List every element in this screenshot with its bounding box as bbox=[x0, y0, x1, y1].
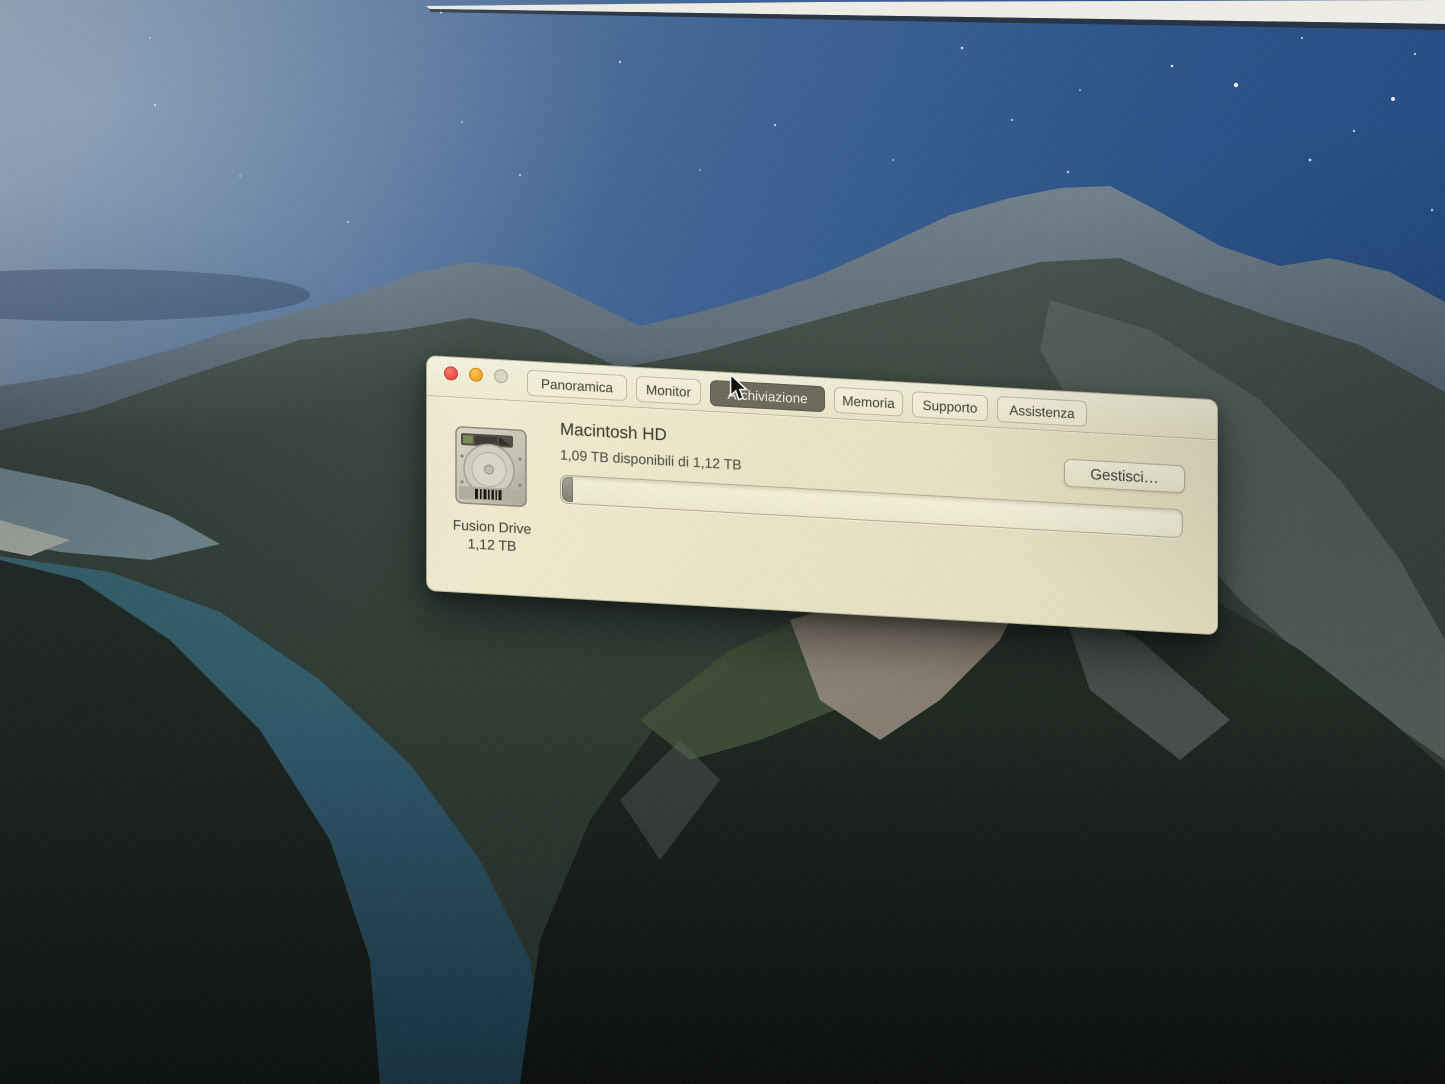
zoom-button[interactable] bbox=[494, 369, 508, 384]
tab-memoria[interactable]: Memoria bbox=[834, 387, 903, 417]
storage-bar-used bbox=[562, 477, 574, 503]
hard-drive-icon bbox=[455, 426, 527, 508]
disk-label: Fusion Drive 1,12 TB bbox=[427, 514, 557, 557]
volume-name: Macintosh HD bbox=[560, 419, 667, 445]
about-this-mac-window: Panoramica Monitor Archiviazione Memoria… bbox=[426, 355, 1218, 635]
close-button[interactable] bbox=[444, 366, 458, 381]
tab-monitor[interactable]: Monitor bbox=[636, 376, 701, 406]
tab-archiviazione[interactable]: Archiviazione bbox=[710, 380, 825, 412]
manage-button[interactable]: Gestisci… bbox=[1064, 459, 1185, 494]
tab-supporto[interactable]: Supporto bbox=[912, 391, 988, 421]
volume-availability: 1,09 TB disponibili di 1,12 TB bbox=[560, 446, 742, 472]
tab-assistenza[interactable]: Assistenza bbox=[997, 396, 1087, 427]
tab-panoramica[interactable]: Panoramica bbox=[527, 370, 627, 402]
minimize-button[interactable] bbox=[469, 367, 483, 382]
traffic-lights bbox=[444, 366, 508, 384]
